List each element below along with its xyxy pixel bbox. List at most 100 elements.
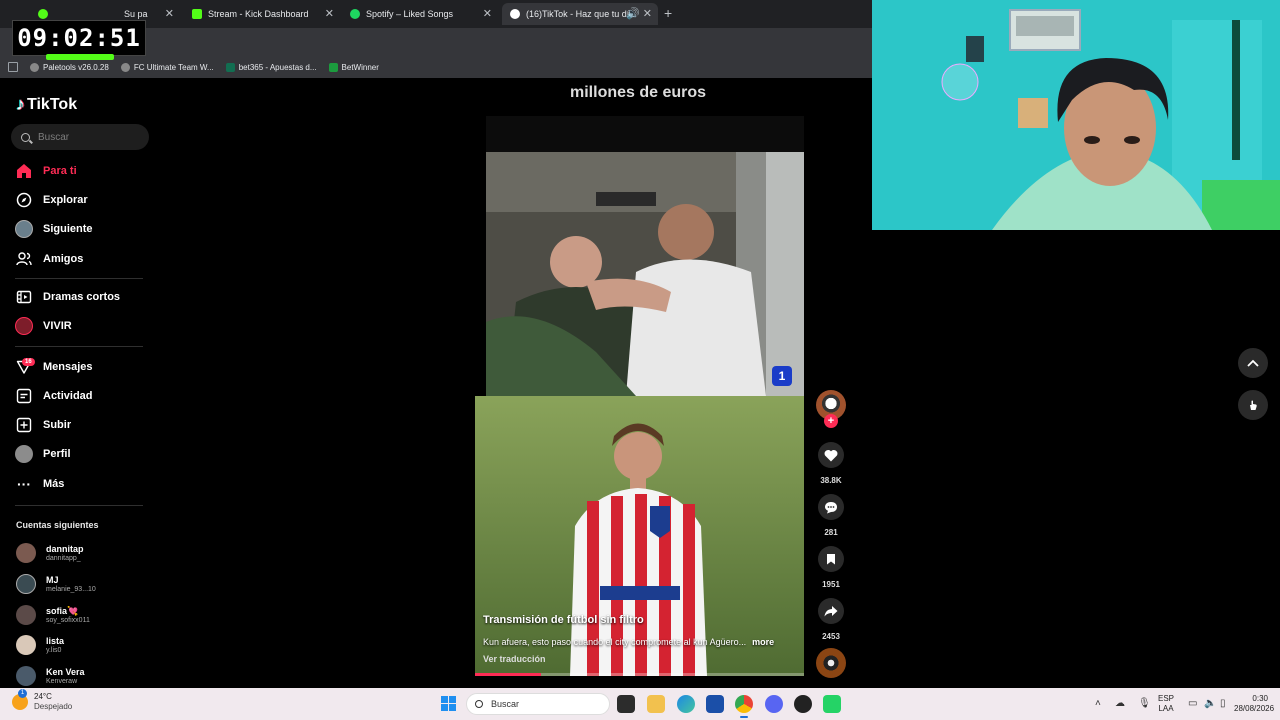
close-tab-icon[interactable]: ✕ [165,7,174,20]
video-description: Kun afuera, esto paso cuando el city com… [483,637,774,647]
close-tab-icon[interactable]: ✕ [643,7,652,20]
chevron-up-icon [1247,359,1259,367]
heart-icon [824,449,838,461]
new-tab-button[interactable]: + [664,5,672,21]
video-progress-bar[interactable] [475,673,804,676]
globe-icon [30,62,39,72]
store-icon[interactable] [706,695,724,713]
wifi-icon[interactable]: ▭ [1188,698,1197,709]
system-clock[interactable]: 0:30 28/08/2026 [1234,694,1275,714]
following-account[interactable]: Ken Vera Kenveraw [16,666,85,686]
nav-label: Perfil [43,448,71,460]
browser-tab-spotify[interactable]: Spotify – Liked Songs ✕ [342,3,498,25]
nav-siguiente[interactable]: Siguiente [15,220,93,238]
bookmark-paletools[interactable]: Paletools v26.0.28 [30,62,109,72]
nav-subir[interactable]: Subir [15,416,71,434]
webcam-image [872,0,1280,230]
apps-grid-icon[interactable] [8,62,18,72]
start-tile [449,696,456,703]
tiktok-logo[interactable]: ♪ TikTok [16,94,77,115]
microphone-icon[interactable]: 🎙 [1138,698,1151,709]
tab-label: Su pa [124,9,148,19]
browser-tab-kick[interactable]: Stream - Kick Dashboard ✕ [184,3,340,25]
bookmark-fc-ultimate[interactable]: FC Ultimate Team W... [120,62,214,72]
battery-icon[interactable]: ▯ [1220,698,1226,709]
bookmark-label: bet365 - Apuestas d... [238,62,317,72]
taskbar-search[interactable]: Buscar [466,693,610,715]
edge-icon[interactable] [677,695,695,713]
save-count: 1951 [822,580,840,589]
following-accounts-title: Cuentas siguientes [16,520,99,530]
nav-actividad[interactable]: Actividad [15,387,93,405]
search-input[interactable]: Buscar [11,124,149,150]
nav-perfil[interactable]: Perfil [15,445,71,463]
sound-disc[interactable] [816,648,846,678]
tiktok-favicon-icon [510,9,520,19]
next-video-button[interactable] [1238,390,1268,420]
avatar [16,635,36,655]
language-indicator[interactable]: ESP LAA [1158,694,1174,714]
network-tray-icon[interactable]: ☁ [1115,698,1125,709]
globe-icon [120,62,130,72]
nav-dramas-cortos[interactable]: Dramas cortos [15,288,120,306]
bookmark-betwinner[interactable]: BetWinner [328,62,379,72]
whatsapp-icon[interactable] [823,695,841,713]
stream-clock-overlay: 09:02:51 [12,20,146,56]
previous-video-button[interactable] [1238,348,1268,378]
betwinner-icon [328,62,338,72]
save-button[interactable] [818,546,844,572]
more-button[interactable]: more [752,637,774,647]
spotify-favicon-icon [350,9,360,19]
following-account[interactable]: sofia💘 soy_sofixx011 [16,605,90,625]
file-explorer-icon[interactable] [647,695,665,713]
video-airport-scene[interactable]: 1 [486,152,804,396]
nav-label: VIVIR [43,320,72,332]
account-handle: Kenveraw [46,677,78,685]
weather-description: Despejado [34,702,73,711]
close-tab-icon[interactable]: ✕ [483,7,492,20]
bookmarks-bar: Paletools v26.0.28 FC Ultimate Team W...… [0,56,872,78]
nav-explorar[interactable]: Explorar [15,191,88,209]
discord-icon[interactable] [765,695,783,713]
avatar [16,543,36,563]
nav-vivir[interactable]: VIVIR [15,317,72,335]
task-view-icon[interactable] [617,695,635,713]
tve-channel-logo: 1 [772,366,792,386]
clock-date: 28/08/2026 [1234,704,1275,713]
account-name: Ken Vera [46,666,85,677]
compass-icon [15,191,33,209]
comment-button[interactable] [818,494,844,520]
sidebar-divider [15,346,143,347]
obs-icon[interactable] [794,695,812,713]
start-button[interactable] [441,696,456,711]
start-tile [441,696,448,703]
following-account[interactable]: MJ melanie_93...10 [16,574,96,594]
translate-link[interactable]: Ver traducción [483,654,546,664]
following-account[interactable]: dannitap dannitapp_ [16,543,84,563]
nav-label: Mensajes [43,361,93,373]
friends-icon [15,250,33,268]
browser-tab-tiktok[interactable]: (16)TikTok - Haz que tu día 🔊 ✕ [502,3,658,25]
sidebar-divider [15,505,143,506]
hand-cursor-icon [1250,400,1257,410]
profile-avatar-icon [15,445,33,463]
weather-widget[interactable]: 1 24°C Despejado [12,689,73,712]
share-button[interactable] [818,598,844,624]
chevron-up-icon[interactable]: ˄ [1095,698,1101,709]
weather-sun-icon: 1 [12,689,28,710]
like-button[interactable] [818,442,844,468]
nav-amigos[interactable]: Amigos [15,250,83,268]
start-tile [449,704,456,711]
account-handle: melanie_93...10 [46,585,96,593]
chrome-icon[interactable] [735,695,753,718]
volume-icon[interactable]: 🔈 [1204,698,1216,709]
close-tab-icon[interactable]: ✕ [325,7,334,20]
nav-para-ti[interactable]: Para ti [15,162,77,180]
following-account[interactable]: lista y.lis0 [16,635,64,655]
follow-button[interactable]: + [824,414,838,428]
bookmark-bet365[interactable]: bet365 - Apuestas d... [225,62,317,72]
account-name: MJ [46,574,59,585]
nav-mas[interactable]: ··· Más [15,475,64,493]
video-player[interactable]: Transmisión de fútbol sin filtro Kun afu… [475,396,804,676]
speaker-icon[interactable]: 🔊 [626,7,640,20]
